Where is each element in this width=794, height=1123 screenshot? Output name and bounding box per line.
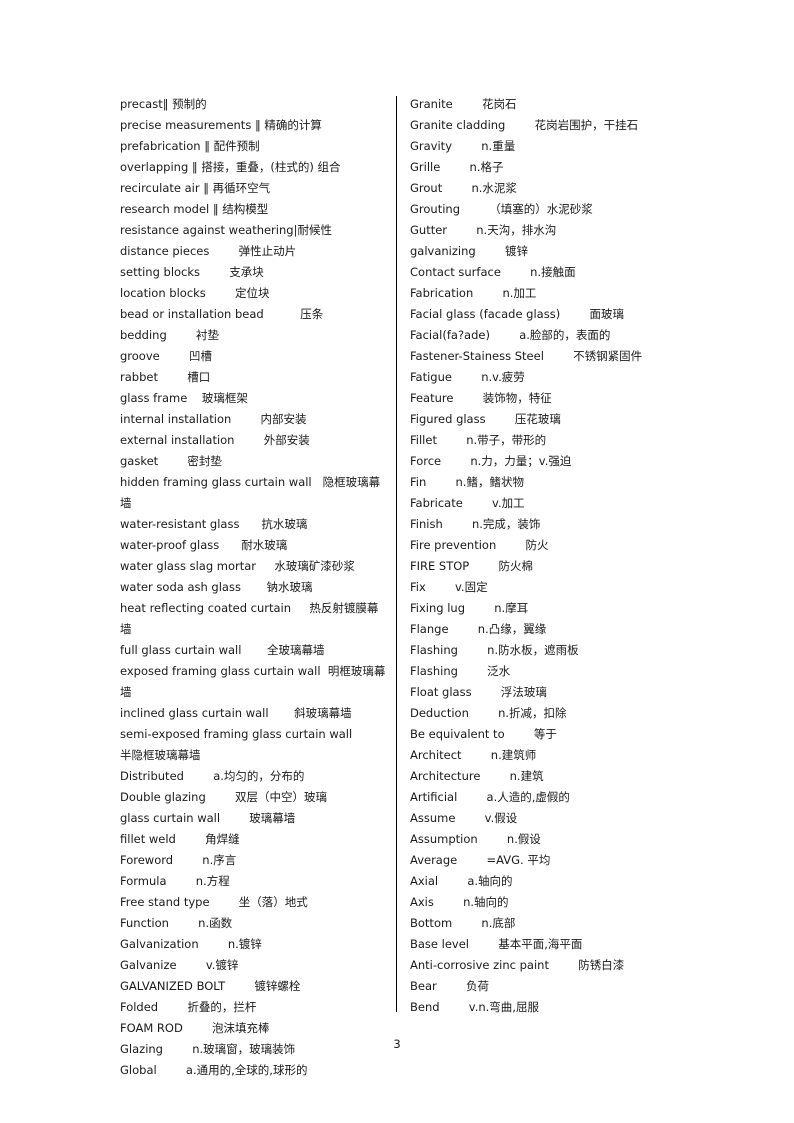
glossary-entry: galvanizing 镀锌 (410, 244, 528, 258)
glossary-entry: research model ‖ 结构模型 (120, 202, 269, 216)
glossary-entry: FOAM ROD 泡沫填充棒 (120, 1021, 270, 1035)
glossary-entry: Average =AVG. 平均 (410, 853, 551, 867)
glossary-entry: Architect n.建筑师 (410, 748, 537, 762)
column-divider (396, 96, 397, 1012)
glossary-entry: Bottom n.底部 (410, 916, 516, 930)
glossary-entry: resistance against weathering|耐候性 (120, 223, 332, 237)
glossary-entry: recirculate air ‖ 再循环空气 (120, 181, 271, 195)
glossary-entry: Figured glass 压花玻璃 (410, 412, 561, 426)
glossary-entry: fillet weld 角焊缝 (120, 832, 240, 846)
glossary-entry: Fillet n.带子，带形的 (410, 433, 547, 447)
glossary-entry: Assumption n.假设 (410, 832, 541, 846)
glossary-entry: inclined glass curtain wall 斜玻璃幕墙 (120, 706, 352, 720)
glossary-entry: Finish n.完成，装饰 (410, 517, 541, 531)
glossary-entry: GALVANIZED BOLT 镀锌螺栓 (120, 979, 301, 993)
glossary-column-left: precast‖ 预制的 precise measurements ‖ 精确的计… (120, 94, 388, 1081)
glossary-entry: hidden framing glass curtain wall 隐框玻璃幕墙 (120, 475, 381, 510)
glossary-entry: rabbet 槽口 (120, 370, 211, 384)
glossary-entry: Free stand type 坐（落）地式 (120, 895, 308, 909)
glossary-entry: Bear 负荷 (410, 979, 489, 993)
glossary-entry: Folded 折叠的，拦杆 (120, 1000, 257, 1014)
glossary-entry: bedding 衬垫 (120, 328, 220, 342)
glossary-entry: Foreword n.序言 (120, 853, 237, 867)
glossary-entry: Axial a.轴向的 (410, 874, 513, 888)
glossary-entry: Fabricate v.加工 (410, 496, 525, 510)
document-page: precast‖ 预制的 precise measurements ‖ 精确的计… (0, 0, 794, 1123)
glossary-entry: Be equivalent to 等于 (410, 727, 557, 741)
glossary-entry: Facial glass (facade glass) 面玻璃 (410, 307, 624, 321)
glossary-entry: overlapping ‖ 搭接，重叠，(柱式的) 组合 (120, 160, 341, 174)
glossary-entry: Flange n.凸缘，翼缘 (410, 622, 547, 636)
glossary-entry: Flashing 泛水 (410, 664, 511, 678)
glossary-entry: Fastener-Stainess Steel 不锈钢紧固件 (410, 349, 643, 363)
glossary-entry: Feature 装饰物，特征 (410, 391, 552, 405)
glossary-entry: Grouting （填塞的）水泥砂浆 (410, 202, 593, 216)
glossary-entry: Granite 花岗石 (410, 97, 517, 111)
glossary-entry: Contact surface n.接触面 (410, 265, 576, 279)
glossary-entry: Facial(fa?ade) a.脸部的，表面的 (410, 328, 611, 342)
glossary-entry: Gravity n.重量 (410, 139, 516, 153)
glossary-entry: Assume v.假设 (410, 811, 518, 825)
glossary-entry: Force n.力，力量；v.强迫 (410, 454, 572, 468)
glossary-entry: water-resistant glass 抗水玻璃 (120, 517, 308, 531)
glossary-entry: Bend v.n.弯曲,屈服 (410, 1000, 539, 1014)
glossary-entry: Flashing n.防水板，遮雨板 (410, 643, 579, 657)
glossary-entry: internal installation 内部安装 (120, 412, 307, 426)
glossary-entry: distance pieces 弹性止动片 (120, 244, 297, 258)
glossary-entry: heat reflecting coated curtain 热反射镀膜幕墙 (120, 601, 379, 636)
glossary-entry: water-proof glass 耐水玻璃 (120, 538, 288, 552)
glossary-entry: Artificial a.人造的,虚假的 (410, 790, 570, 804)
glossary-entry: gasket 密封垫 (120, 454, 222, 468)
glossary-entry: Function n.函数 (120, 916, 233, 930)
glossary-entry: Formula n.方程 (120, 874, 230, 888)
glossary-entry: exposed framing glass curtain wall 明框玻璃幕… (120, 664, 386, 699)
glossary-entry: external installation 外部安装 (120, 433, 310, 447)
glossary-entry: Fin n.鳍，鳍状物 (410, 475, 524, 489)
glossary-entry: Fire prevention 防火 (410, 538, 549, 552)
glossary-entry: Anti-corrosive zinc paint 防锈白漆 (410, 958, 625, 972)
glossary-entry: water soda ash glass 钠水玻璃 (120, 580, 313, 594)
glossary-entry: Float glass 浮法玻璃 (410, 685, 547, 699)
glossary-entry: Base level 基本平面,海平面 (410, 937, 583, 951)
glossary-entry: Distributed a.均匀的，分布的 (120, 769, 305, 783)
glossary-entry: Fatigue n.v.疲劳 (410, 370, 525, 384)
glossary-entry: Fixing lug n.摩耳 (410, 601, 529, 615)
glossary-entry: full glass curtain wall 全玻璃幕墙 (120, 643, 325, 657)
glossary-column-right: Granite 花岗石 Granite cladding 花岗岩围护，干挂石 G… (410, 94, 710, 1018)
glossary-entry: Granite cladding 花岗岩围护，干挂石 (410, 118, 639, 132)
glossary-entry: FIRE STOP 防火棉 (410, 559, 533, 573)
glossary-entry: Deduction n.折减，扣除 (410, 706, 567, 720)
glossary-entry: glass curtain wall 玻璃幕墙 (120, 811, 296, 825)
glossary-entry: bead or installation bead 压条 (120, 307, 324, 321)
glossary-entry: Double glazing 双层（中空）玻璃 (120, 790, 328, 804)
glossary-entry: Axis n.轴向的 (410, 895, 509, 909)
glossary-entry: Architecture n.建筑 (410, 769, 544, 783)
glossary-entry: groove 凹槽 (120, 349, 212, 363)
glossary-entry: Fix v.固定 (410, 580, 488, 594)
glossary-entry: glass frame 玻璃框架 (120, 391, 248, 405)
glossary-entry: location blocks 定位块 (120, 286, 270, 300)
glossary-entry: semi-exposed framing glass curtain wall … (120, 727, 389, 762)
glossary-entry: water glass slag mortar 水玻璃矿漆砂浆 (120, 559, 355, 573)
glossary-entry: Gutter n.天沟，排水沟 (410, 223, 557, 237)
glossary-entry: Galvanization n.镀锌 (120, 937, 262, 951)
glossary-entry: Galvanize v.镀锌 (120, 958, 239, 972)
glossary-entry: Fabrication n.加工 (410, 286, 537, 300)
glossary-entry: Grout n.水泥浆 (410, 181, 517, 195)
glossary-entry: setting blocks 支承块 (120, 265, 264, 279)
glossary-entry: precise measurements ‖ 精确的计算 (120, 118, 322, 132)
glossary-entry: precast‖ 预制的 (120, 97, 207, 111)
glossary-entry: prefabrication ‖ 配件预制 (120, 139, 260, 153)
page-number: 3 (393, 1037, 401, 1051)
glossary-entry: Global a.通用的,全球的,球形的 (120, 1063, 308, 1077)
glossary-entry: Grille n.格子 (410, 160, 504, 174)
